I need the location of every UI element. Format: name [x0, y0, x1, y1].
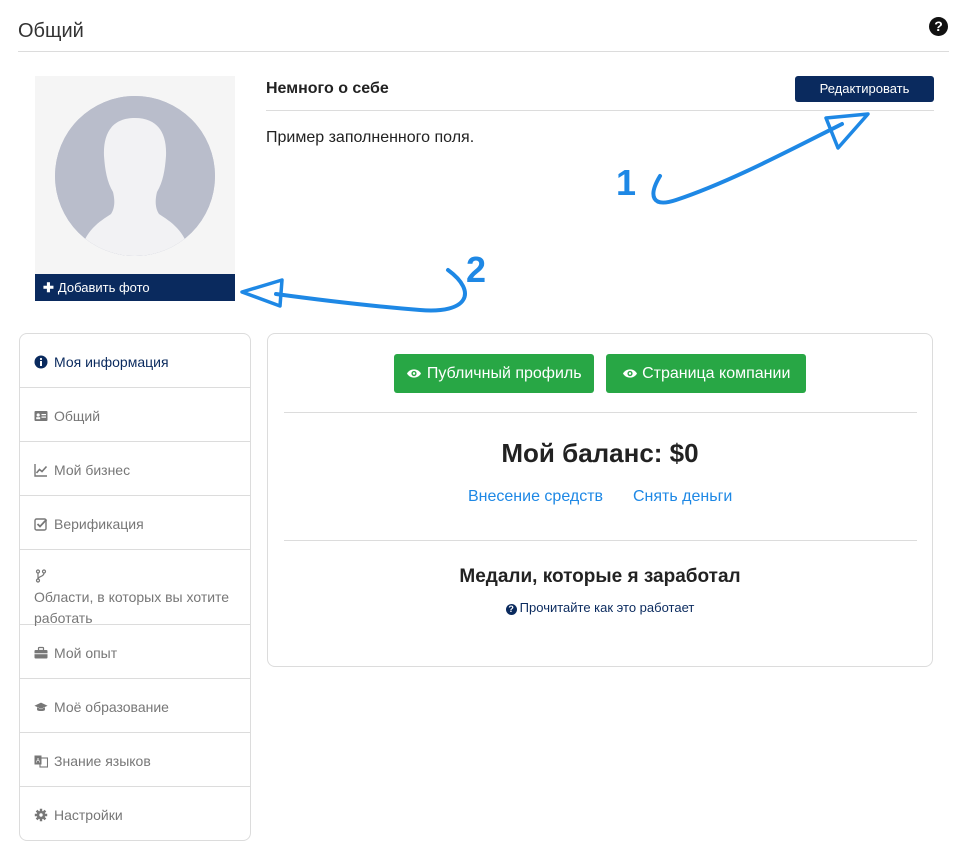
info-circle-icon: [34, 355, 48, 369]
about-title: Немного о себе: [266, 80, 389, 97]
page-title: Общий: [18, 20, 84, 42]
eye-icon: [406, 365, 426, 382]
sidebar-item-my-info[interactable]: Моя информация: [20, 334, 250, 388]
divider-top: [284, 412, 917, 413]
company-page-label: Страница компании: [642, 365, 791, 382]
sidebar-item-label: Мой бизнес: [54, 462, 131, 478]
sidebar-item-label: Общий: [54, 408, 101, 424]
briefcase-icon: [34, 646, 48, 659]
sidebar-item-label: Знание языков: [54, 753, 151, 769]
plus-icon: ✚: [43, 280, 54, 295]
avatar: [55, 96, 215, 256]
sidebar-item-languages[interactable]: A Знание языков: [20, 733, 250, 787]
how-it-works-link[interactable]: ? Прочитайте как это работает: [268, 600, 932, 615]
sidebar: Моя информация Общий Мой бизнес Верифика…: [19, 333, 251, 841]
profile-photo: ✚ Добавить фото: [35, 76, 235, 301]
annotation-label-2: 2: [466, 249, 486, 290]
edit-button[interactable]: Редактировать: [795, 76, 934, 102]
add-photo-label: Добавить фото: [57, 280, 150, 295]
sidebar-item-settings[interactable]: Настройки: [20, 787, 250, 840]
sidebar-item-verification[interactable]: Верификация: [20, 496, 250, 550]
annotation-label-1: 1: [616, 162, 636, 203]
company-page-button[interactable]: Страница компании: [606, 354, 806, 393]
withdraw-link[interactable]: Снять деньги: [633, 488, 732, 506]
graduation-cap-icon: [34, 702, 48, 712]
about-divider: [266, 110, 934, 111]
sidebar-item-education[interactable]: Моё образование: [20, 679, 250, 733]
how-it-works-label: Прочитайте как это работает: [519, 600, 695, 615]
line-chart-icon: [34, 464, 48, 477]
id-card-icon: [34, 411, 48, 421]
sidebar-item-label: Мой опыт: [54, 645, 118, 661]
sidebar-item-label: Моя информация: [54, 354, 169, 370]
avatar-silhouette-icon: [55, 96, 215, 256]
deposit-link[interactable]: Внесение средств: [468, 488, 603, 506]
page-header: Общий ?: [18, 0, 949, 52]
sidebar-item-business[interactable]: Мой бизнес: [20, 442, 250, 496]
sidebar-item-label: Области, в которых вы хотите работать: [34, 589, 230, 626]
eye-icon: [622, 365, 642, 382]
divider-bottom: [284, 540, 917, 541]
sidebar-item-general[interactable]: Общий: [20, 388, 250, 442]
question-circle-icon[interactable]: ?: [929, 17, 948, 36]
medals-title: Медали, которые я заработал: [459, 566, 741, 587]
cog-icon: [34, 808, 48, 822]
language-icon: A: [34, 755, 48, 768]
sidebar-item-label: Моё образование: [54, 699, 169, 715]
check-square-icon: [34, 518, 48, 531]
public-profile-label: Публичный профиль: [426, 365, 582, 382]
sidebar-item-label: Настройки: [54, 807, 123, 823]
balance-heading: Мой баланс: $0: [501, 438, 699, 468]
code-fork-icon: [35, 569, 47, 583]
sidebar-item-label: Верификация: [54, 516, 144, 532]
sidebar-item-work-areas[interactable]: Области, в которых вы хотите работать: [20, 550, 250, 626]
main-card: Публичный профиль Страница компании Мой …: [267, 333, 933, 667]
sidebar-item-experience[interactable]: Мой опыт: [20, 625, 250, 679]
public-profile-button[interactable]: Публичный профиль: [394, 354, 594, 393]
svg-text:A: A: [36, 759, 40, 765]
question-circle-icon: ?: [505, 604, 517, 615]
add-photo-button[interactable]: ✚ Добавить фото: [35, 274, 235, 301]
about-text: Пример заполненного поля.: [266, 129, 475, 146]
